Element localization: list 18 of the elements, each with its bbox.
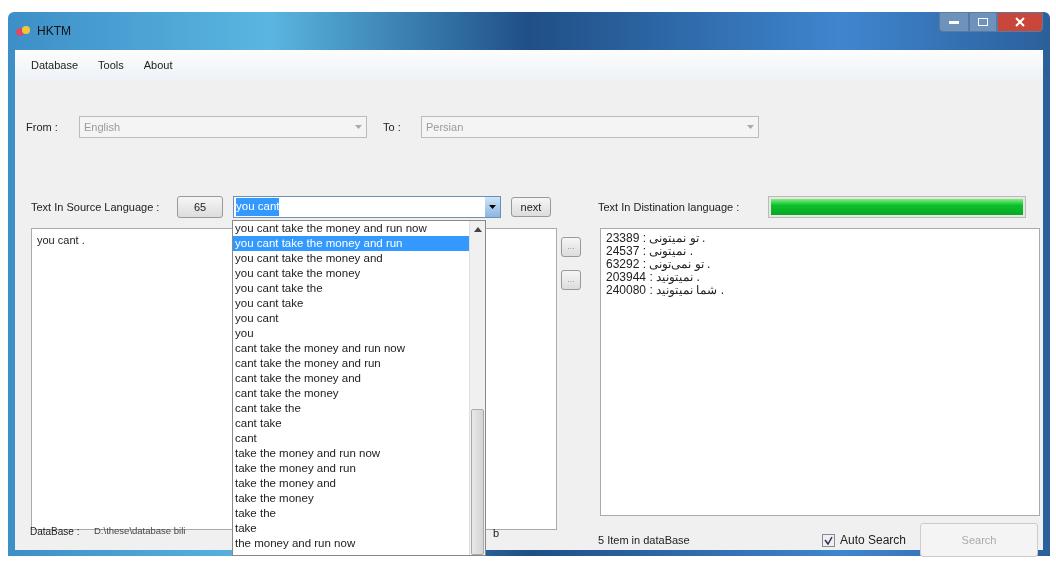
source-text: you cant . (37, 234, 85, 246)
destination-text-label: Text In Distination language : (598, 199, 741, 215)
window-title: HKTM (37, 23, 71, 40)
combo-value: English (84, 119, 121, 135)
result-line: 203944 : نمیتونید . (606, 271, 700, 284)
result-line: 240080 : شما نمیتونید . (606, 284, 725, 297)
result-line: 63292 : تو نمی‌تونی . (606, 258, 711, 271)
source-text-label: Text In Source Language : (31, 199, 161, 215)
item-count: 5 Item in dataBase (598, 532, 690, 548)
result-line: 23389 : تو نمیتونی . (606, 232, 706, 245)
database-path: D:\these\database bili (94, 523, 186, 538)
database-label: DataBase : (30, 524, 81, 539)
to-label: To : (383, 119, 402, 135)
result-line: 24537 : نمیتونی . (606, 245, 694, 258)
database-path: b (493, 526, 500, 541)
auto-search-label: Auto Search (839, 532, 906, 549)
from-label: From : (26, 119, 59, 135)
combo-value: Persian (426, 119, 464, 135)
